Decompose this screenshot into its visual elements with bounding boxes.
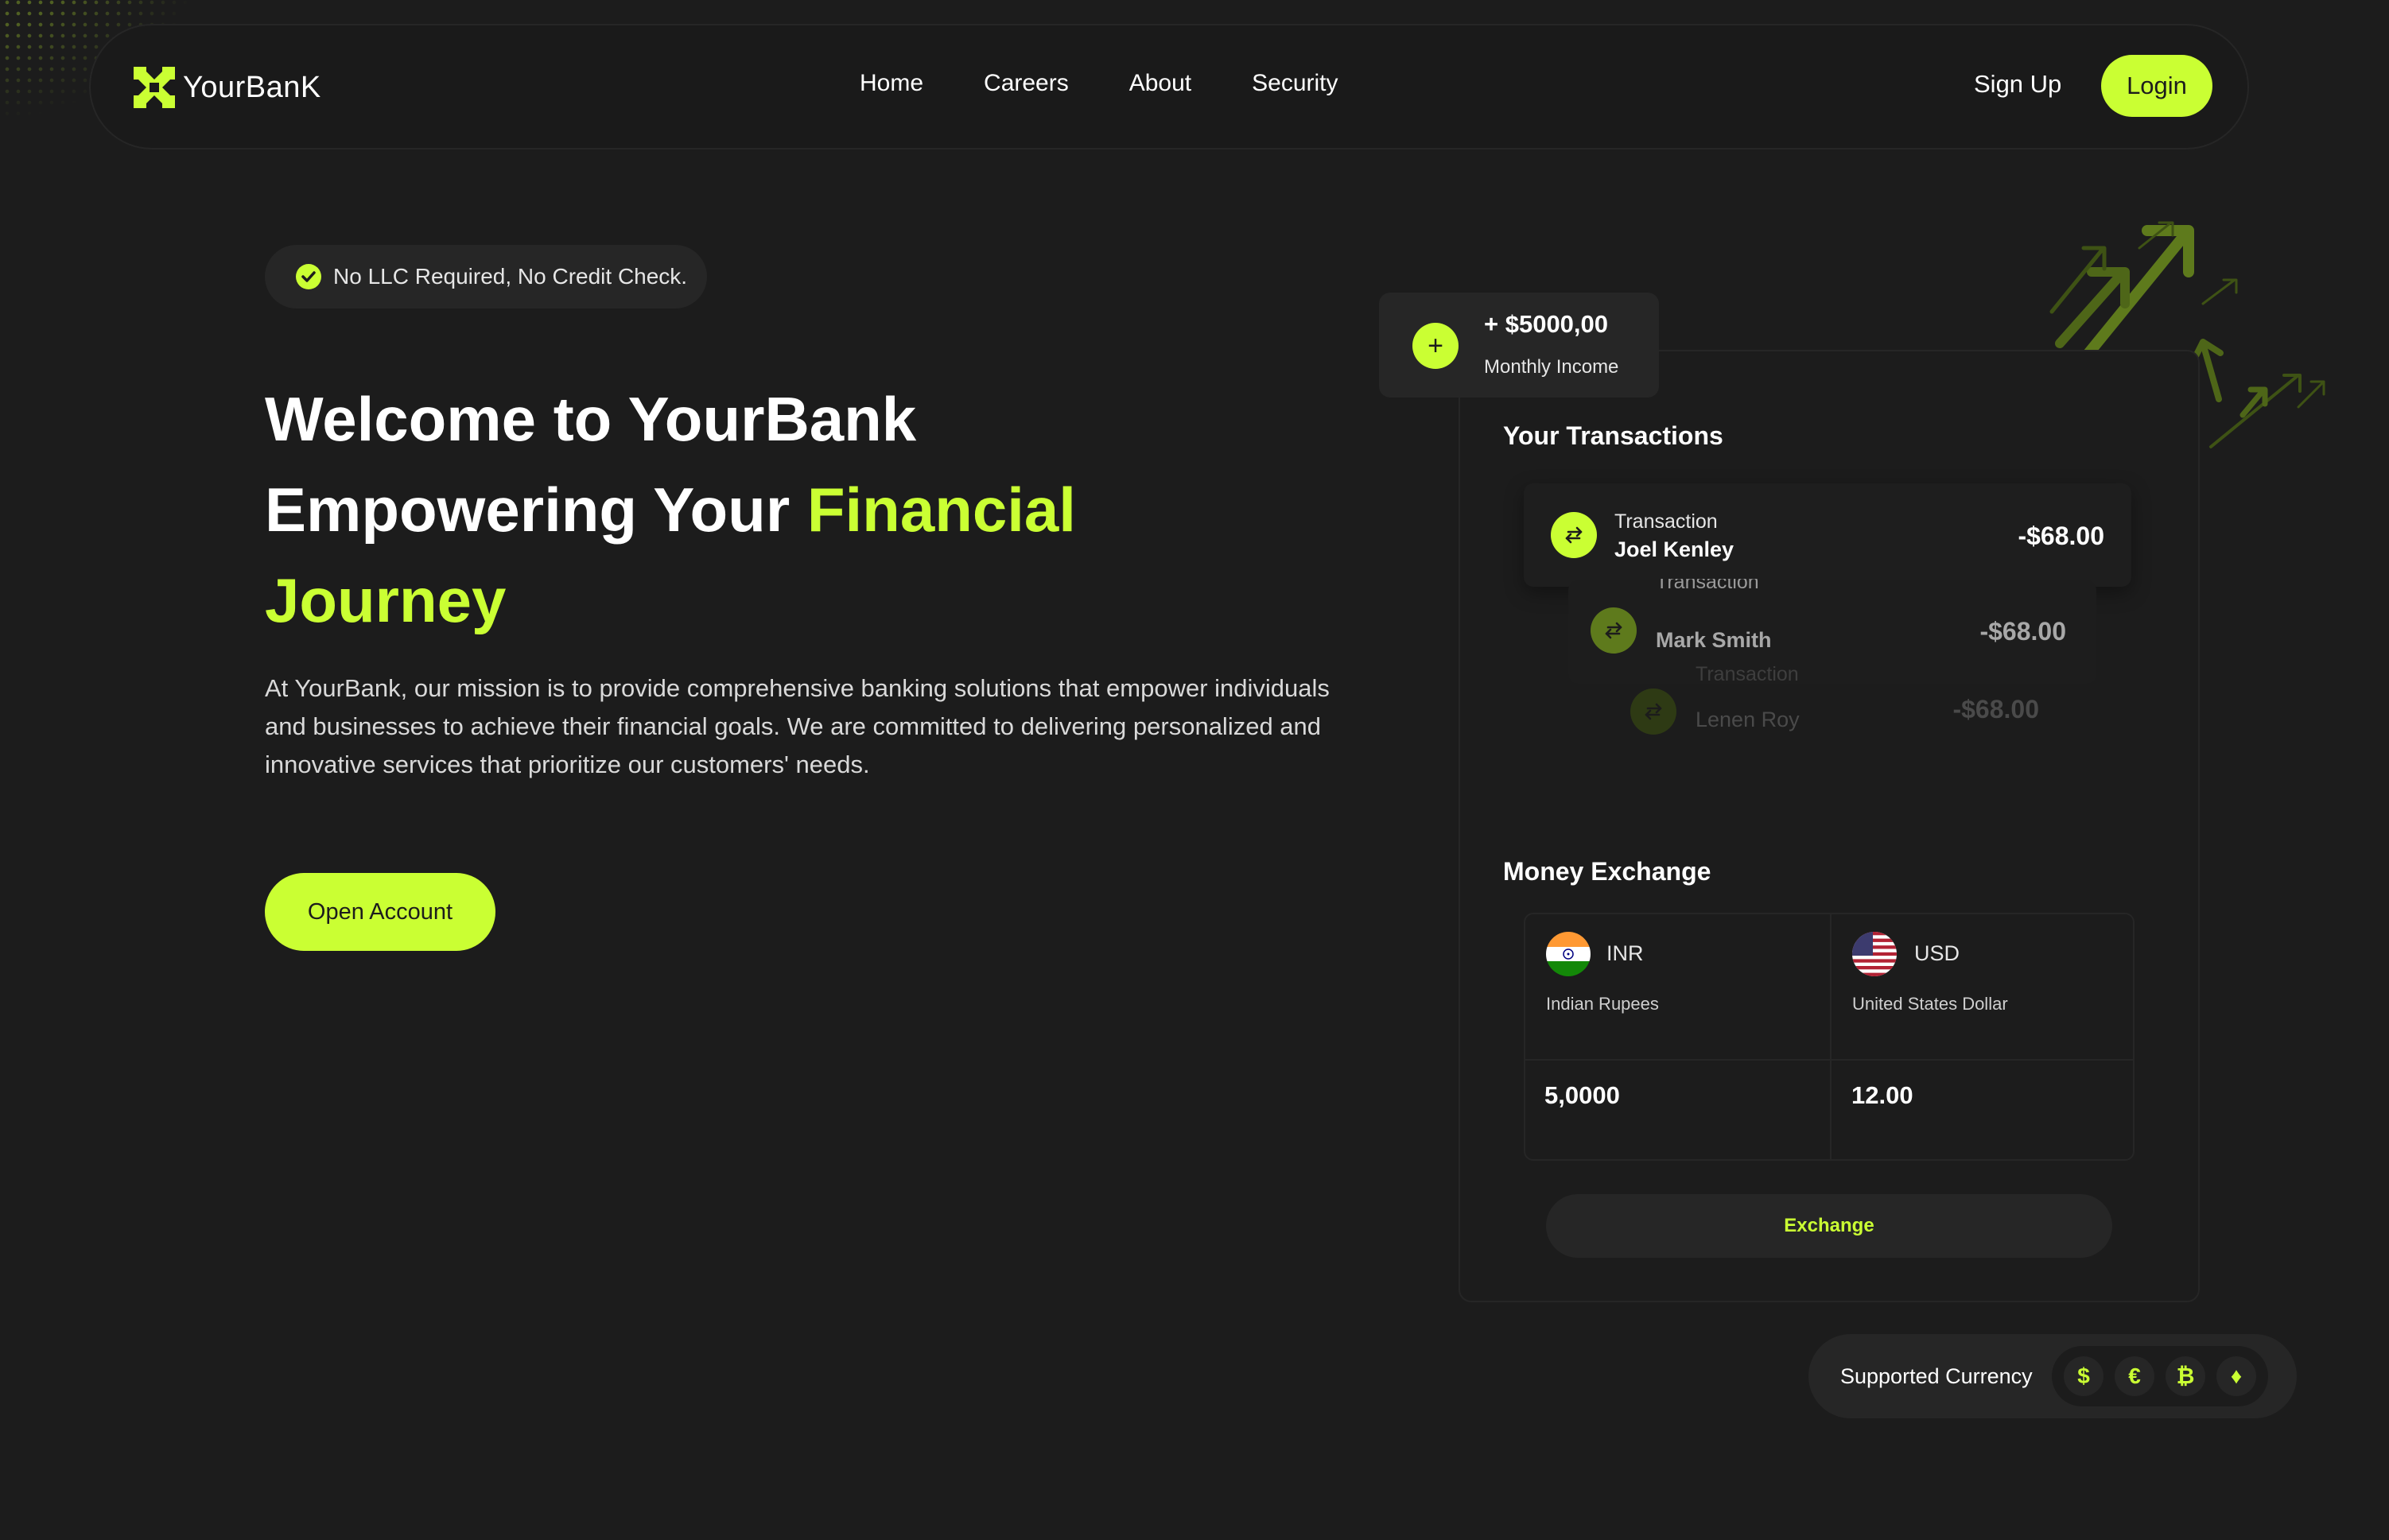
hero-title-accent-journey: Journey (265, 565, 507, 635)
plus-icon: + (1412, 323, 1459, 369)
to-currency-name: United States Dollar (1852, 994, 2008, 1014)
swap-icon (1630, 689, 1676, 735)
exchange-grid: INR Indian Rupees USD United States Doll… (1524, 913, 2135, 1161)
hero-badge: No LLC Required, No Credit Check. (265, 245, 707, 308)
signup-link[interactable]: Sign Up (1974, 70, 2061, 99)
nav-link-home[interactable]: Home (860, 70, 923, 97)
transaction-amount: -$68.00 (2018, 522, 2104, 550)
swap-icon (1551, 512, 1597, 558)
transaction-label: Transaction (1696, 663, 1799, 685)
monthly-income-card: + + $5000,00 Monthly Income (1379, 293, 1659, 398)
transactions-title: Your Transactions (1503, 421, 1723, 450)
hero-title-line1: Welcome to YourBank (265, 384, 917, 454)
login-button[interactable]: Login (2101, 55, 2212, 117)
nav-link-security[interactable]: Security (1252, 70, 1338, 97)
hero-title-line2-plain: Empowering Your (265, 475, 807, 545)
to-currency-code: USD (1914, 941, 1960, 965)
transaction-label: Transaction (1656, 579, 1759, 593)
income-amount: + $5000,00 (1484, 310, 1609, 338)
logo-text: YourBanK (183, 70, 321, 104)
money-exchange-title: Money Exchange (1503, 857, 1711, 886)
from-currency-code: INR (1606, 941, 1644, 965)
exchange-button[interactable]: Exchange (1546, 1194, 2112, 1258)
currency-icons: $ € ₿ ♦ (2052, 1346, 2268, 1406)
badge-text: No LLC Required, No Credit Check. (333, 264, 688, 289)
transaction-name: Joel Kenley (1614, 537, 1734, 561)
dollar-icon: $ (2064, 1356, 2103, 1396)
nav-link-careers[interactable]: Careers (984, 70, 1069, 97)
transaction-amount: -$68.00 (1952, 695, 2039, 723)
us-flag-icon (1852, 932, 1897, 976)
transaction-amount: -$68.00 (1979, 617, 2066, 646)
hero-title-line2: Empowering Your Financial (265, 464, 1299, 555)
transaction-name: Mark Smith (1656, 628, 1772, 652)
open-account-button[interactable]: Open Account (265, 873, 495, 951)
supported-currency-label: Supported Currency (1840, 1364, 2033, 1388)
supported-currency-pill: Supported Currency $ € ₿ ♦ (1808, 1334, 2297, 1418)
transaction-label: Transaction (1614, 510, 1718, 533)
transaction-item[interactable]: Transaction Lenen Roy -$68.00 (1613, 660, 2055, 763)
swap-icon (1591, 607, 1637, 654)
to-amount-input[interactable]: 12.00 (1851, 1081, 1913, 1110)
euro-icon: € (2115, 1356, 2154, 1396)
hero-title: Welcome to YourBank Empowering Your Fina… (265, 374, 1299, 646)
bitcoin-icon: ₿ (2166, 1356, 2205, 1396)
transaction-name: Lenen Roy (1696, 708, 1800, 731)
check-circle-icon (296, 264, 321, 289)
india-flag-icon (1546, 932, 1591, 976)
nav-links: Home Careers About Security (860, 70, 1338, 97)
from-currency-name: Indian Rupees (1546, 994, 1659, 1014)
logo[interactable]: YourBanK (134, 67, 321, 108)
from-currency-selector[interactable]: INR Indian Rupees (1525, 914, 1830, 1059)
transaction-item[interactable]: Transaction Joel Kenley -$68.00 (1524, 483, 2131, 587)
income-label: Monthly Income (1484, 356, 1619, 378)
page: YourBanK Home Careers About Security Sig… (0, 0, 2389, 1540)
from-amount-input[interactable]: 5,0000 (1544, 1081, 1620, 1110)
navbar: YourBanK Home Careers About Security Sig… (89, 24, 2249, 149)
grid-divider (1525, 1059, 2133, 1061)
nav-link-about[interactable]: About (1129, 70, 1191, 97)
hero-description: At YourBank, our mission is to provide c… (265, 674, 1330, 778)
hero-title-accent-financial: Financial (806, 475, 1076, 545)
to-currency-selector[interactable]: USD United States Dollar (1832, 914, 2136, 1059)
logo-icon (134, 67, 175, 108)
ethereum-icon: ♦ (2216, 1356, 2256, 1396)
